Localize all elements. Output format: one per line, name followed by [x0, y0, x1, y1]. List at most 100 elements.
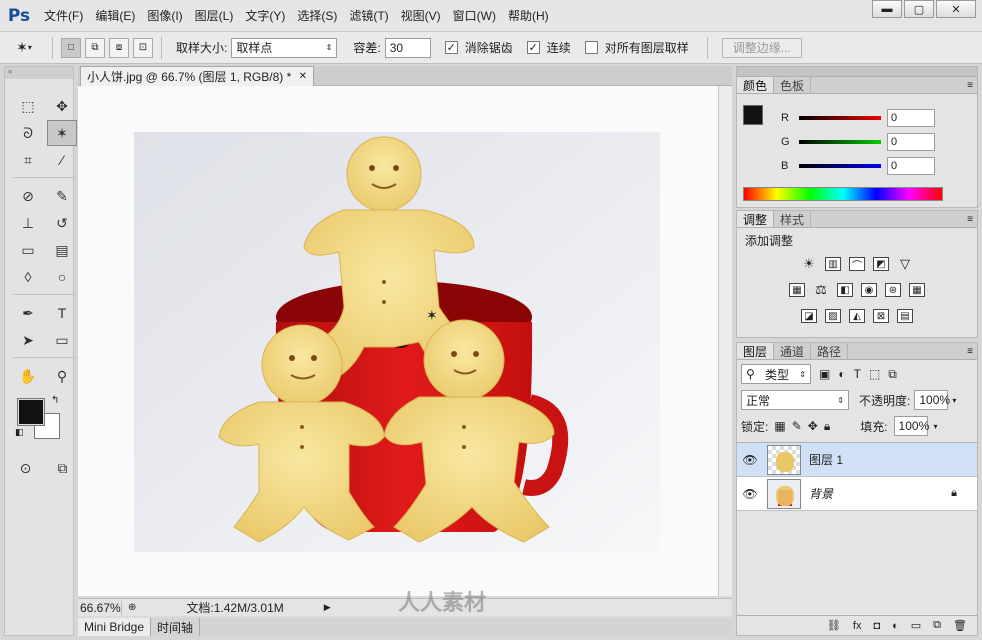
lock-image-icon[interactable]: ✎ [792, 419, 802, 433]
trash-icon[interactable]: 🗑︎ [953, 619, 967, 632]
gradient-map-icon[interactable]: ▤ [897, 309, 913, 323]
new-group-icon[interactable]: ▭ [911, 619, 921, 632]
clone-stamp-tool-icon[interactable]: ⊥ [13, 210, 43, 236]
gradient-tool-icon[interactable]: ▤ [47, 237, 77, 263]
fx-icon[interactable]: fx [853, 620, 862, 632]
selective-color-icon[interactable]: ⊠ [873, 309, 889, 323]
exposure-icon[interactable]: ◩ [873, 257, 889, 271]
brush-tool-icon[interactable]: ✎ [47, 183, 77, 209]
filter-shape-icon[interactable]: ⬚ [869, 367, 880, 381]
layer-filter-select[interactable]: ⚲ 类型 ⇕ [741, 364, 811, 384]
lasso-tool-icon[interactable]: ᘐ [13, 120, 43, 146]
tab-swatches[interactable]: 色板 [774, 77, 812, 93]
layer-name[interactable]: 背景 [809, 485, 833, 502]
tab-channels[interactable]: 通道 [774, 343, 812, 359]
marquee-tool-icon[interactable]: ⬚ [13, 93, 43, 119]
levels-icon[interactable]: ▥ [825, 257, 841, 271]
pen-tool-icon[interactable]: ✒ [13, 300, 43, 326]
close-button[interactable]: ✕ [936, 0, 976, 18]
filter-adjustment-icon[interactable]: ◐ [838, 367, 845, 381]
document-info[interactable]: 文档:1.42M/3.01M [186, 599, 283, 616]
status-menu-arrow-icon[interactable]: ▶ [324, 602, 331, 613]
crop-tool-icon[interactable]: ⌗ [13, 147, 43, 173]
zoom-tool-icon[interactable]: ⚲ [47, 363, 77, 389]
menu-filter[interactable]: 滤镜(T) [343, 0, 394, 32]
default-colors-icon[interactable]: ◧ [15, 427, 24, 438]
intersect-selection-button[interactable]: ⊡ [133, 37, 153, 58]
red-slider[interactable] [799, 116, 881, 120]
filter-type-icon[interactable]: T [854, 367, 861, 381]
sample-size-select[interactable]: 取样点 ⇕ [231, 37, 338, 58]
path-selection-tool-icon[interactable]: ➤ [13, 327, 43, 353]
vibrance-icon[interactable]: ▽ [897, 256, 913, 271]
layer-row-1[interactable]: 👁︎ 图层 1 [737, 443, 977, 477]
color-panel-foreground-swatch[interactable] [743, 105, 763, 125]
posterize-icon[interactable]: ▨ [825, 309, 841, 323]
photo-filter-icon[interactable]: ◉ [861, 283, 877, 297]
add-mask-icon[interactable]: ◘ [873, 620, 880, 632]
new-selection-button[interactable]: □ [61, 37, 81, 58]
magic-wand-tool-icon[interactable]: ✶ [47, 120, 77, 146]
color-balance-icon[interactable]: ⚖ [813, 282, 829, 297]
new-adjustment-layer-icon[interactable]: ◐ [892, 620, 899, 632]
vertical-scrollbar[interactable] [718, 86, 732, 596]
healing-brush-tool-icon[interactable]: ⊘ [13, 183, 43, 209]
blur-tool-icon[interactable]: ◊ [13, 264, 43, 290]
subtract-selection-button[interactable]: ⧈ [109, 37, 129, 58]
tab-color[interactable]: 颜色 [737, 77, 775, 93]
share-icon[interactable]: ⊕ [128, 602, 136, 613]
green-input[interactable]: 0 [887, 133, 935, 151]
tab-layers[interactable]: 图层 [737, 343, 775, 359]
filter-pixel-icon[interactable]: ▣ [819, 367, 830, 381]
antialias-checkbox[interactable]: ✓ [444, 41, 458, 54]
filter-smart-object-icon[interactable]: ⧉ [888, 367, 897, 382]
blue-input[interactable]: 0 [887, 157, 935, 175]
document-tab[interactable]: 小人饼.jpg @ 66.7% (图层 1, RGB/8) * ✕ [80, 66, 314, 86]
menu-edit[interactable]: 编辑(E) [89, 0, 141, 32]
fill-input[interactable]: 100% [893, 416, 929, 436]
color-lookup-icon[interactable]: ▦ [909, 283, 925, 297]
link-layers-icon[interactable]: ⛓ [827, 619, 841, 632]
canvas[interactable]: ✶ [78, 86, 732, 596]
menu-type[interactable]: 文字(Y) [239, 0, 291, 32]
fill-dropdown-icon[interactable]: ▾ [934, 422, 938, 431]
contiguous-checkbox[interactable]: ✓ [526, 41, 540, 54]
invert-icon[interactable]: ◪ [801, 309, 817, 323]
black-white-icon[interactable]: ◧ [837, 283, 853, 297]
visibility-eye-icon[interactable]: 👁︎ [737, 487, 763, 501]
sample-all-layers-checkbox[interactable] [584, 41, 598, 54]
panel-menu-icon[interactable]: ≡ [967, 211, 977, 227]
history-brush-tool-icon[interactable]: ↺ [47, 210, 77, 236]
menu-file[interactable]: 文件(F) [38, 0, 89, 32]
menu-image[interactable]: 图像(I) [141, 0, 188, 32]
dodge-tool-icon[interactable]: ○ [47, 264, 77, 290]
screen-mode-icon[interactable]: ⧉ [52, 455, 73, 481]
hand-tool-icon[interactable]: ✋ [13, 363, 43, 389]
color-spectrum-ramp[interactable] [743, 187, 943, 201]
menu-select[interactable]: 选择(S) [291, 0, 343, 32]
menu-help[interactable]: 帮助(H) [502, 0, 555, 32]
new-layer-icon[interactable]: ⧉ [933, 619, 941, 632]
green-slider[interactable] [799, 140, 881, 144]
rectangle-tool-icon[interactable]: ▭ [47, 327, 77, 353]
panel-collapse-icon[interactable]: « [5, 67, 73, 79]
panel-menu-icon[interactable]: ≡ [967, 343, 977, 359]
zoom-level[interactable]: 66.67% [78, 600, 122, 615]
tab-styles[interactable]: 样式 [774, 211, 812, 227]
visibility-eye-icon[interactable]: 👁︎ [737, 453, 763, 467]
menu-layer[interactable]: 图层(L) [189, 0, 240, 32]
tab-timeline[interactable]: 时间轴 [151, 618, 201, 636]
menu-window[interactable]: 窗口(W) [447, 0, 502, 32]
layer-name[interactable]: 图层 1 [809, 451, 843, 468]
threshold-icon[interactable]: ◭ [849, 309, 865, 323]
blue-slider[interactable] [799, 164, 881, 168]
refine-edge-button[interactable]: 调整边缘... [721, 37, 802, 58]
maximize-button[interactable]: ▢ [904, 0, 934, 18]
tab-paths[interactable]: 路径 [811, 343, 849, 359]
panel-menu-icon[interactable]: ≡ [967, 77, 977, 93]
brightness-icon[interactable]: ☀ [801, 256, 817, 271]
tool-preset-picker[interactable]: ✶ ▾ [4, 36, 44, 60]
lock-all-icon[interactable]: 🔒︎ [824, 419, 830, 434]
eraser-tool-icon[interactable]: ▭ [13, 237, 43, 263]
blend-mode-select[interactable]: 正常 ⇕ [741, 390, 849, 410]
